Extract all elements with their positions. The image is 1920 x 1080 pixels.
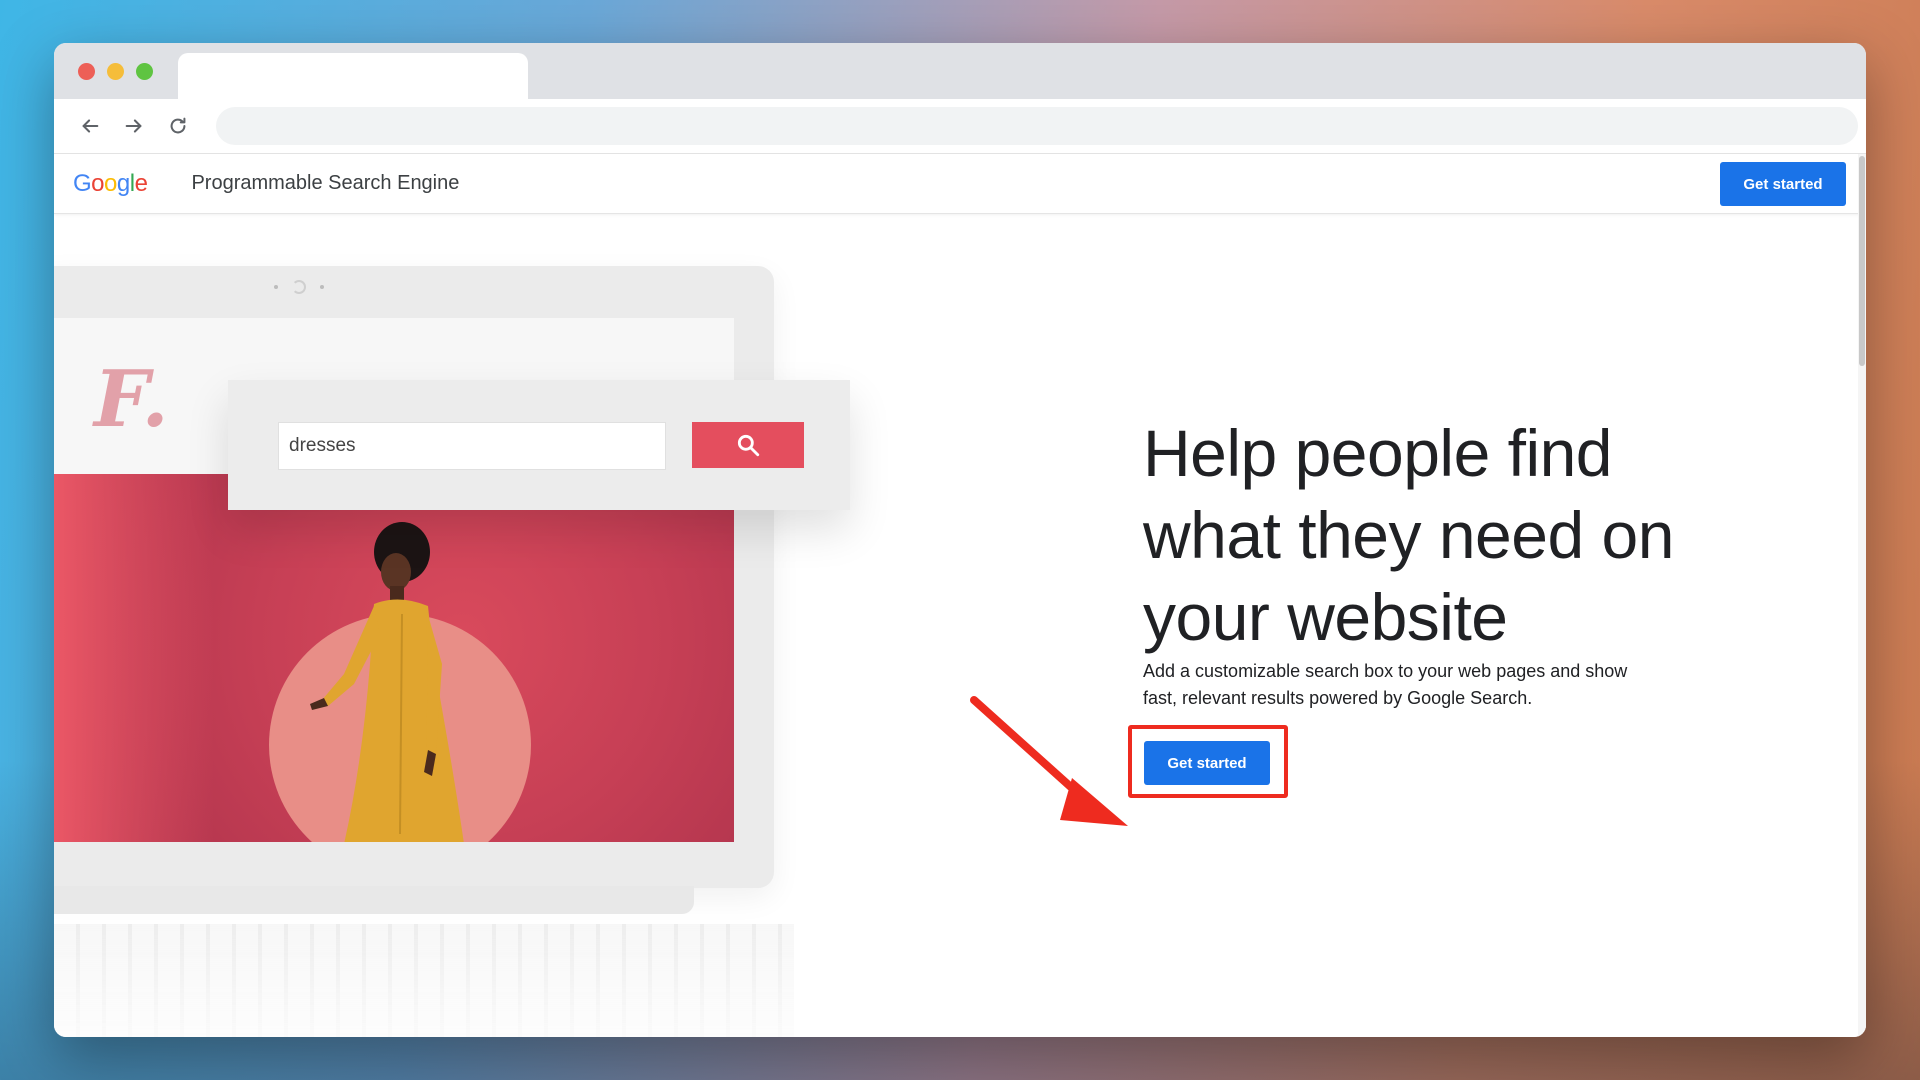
laptop-illustration: F.: [54, 266, 774, 888]
browser-toolbar: [54, 99, 1866, 154]
search-input[interactable]: [278, 422, 666, 470]
tab-strip: [54, 43, 1866, 99]
forward-button[interactable]: [112, 106, 156, 146]
logo-letter: o: [91, 169, 105, 197]
product-name[interactable]: Programmable Search Engine: [191, 172, 459, 195]
site-header: Google Programmable Search Engine Get st…: [54, 154, 1866, 214]
annotation-arrow-icon: [970, 696, 1128, 826]
search-icon: [737, 434, 760, 457]
minimize-window-button[interactable]: [107, 63, 124, 80]
webcam-icon: [274, 280, 324, 294]
reload-icon: [170, 117, 186, 134]
arrow-left-icon: [82, 119, 99, 133]
search-widget-card: [228, 380, 850, 510]
logo-letter: G: [73, 169, 92, 197]
hero-title: Help people find what they need on your …: [1143, 416, 1674, 654]
address-bar[interactable]: [216, 107, 1858, 145]
logo-letter: e: [134, 169, 148, 197]
google-logo[interactable]: Google: [73, 169, 148, 198]
scrollbar-thumb[interactable]: [1859, 156, 1865, 366]
maximize-window-button[interactable]: [136, 63, 153, 80]
browser-tab[interactable]: [178, 53, 528, 99]
logo-letter: g: [116, 169, 130, 197]
logo-letter: o: [104, 169, 117, 197]
back-button[interactable]: [68, 106, 112, 146]
laptop-base: [54, 886, 694, 914]
web-page: Google Programmable Search Engine Get st…: [54, 154, 1866, 1037]
window-controls: [78, 63, 153, 80]
search-button[interactable]: [692, 422, 804, 468]
browser-window: Google Programmable Search Engine Get st…: [54, 43, 1866, 1037]
hero-description: Add a customizable search box to your we…: [1143, 661, 1628, 708]
arrow-right-icon: [125, 119, 142, 133]
fashion-hero-image: [54, 474, 734, 842]
brand-logo: F.: [94, 354, 169, 445]
woman-in-yellow-dress-image: [310, 522, 464, 842]
annotation-highlight-box: [1128, 725, 1288, 798]
page-scrollbar[interactable]: [1858, 154, 1866, 1037]
reload-button[interactable]: [156, 106, 200, 146]
close-window-button[interactable]: [78, 63, 95, 80]
header-get-started-button[interactable]: Get started: [1720, 162, 1846, 206]
keyboard-illustration: [54, 924, 794, 1037]
